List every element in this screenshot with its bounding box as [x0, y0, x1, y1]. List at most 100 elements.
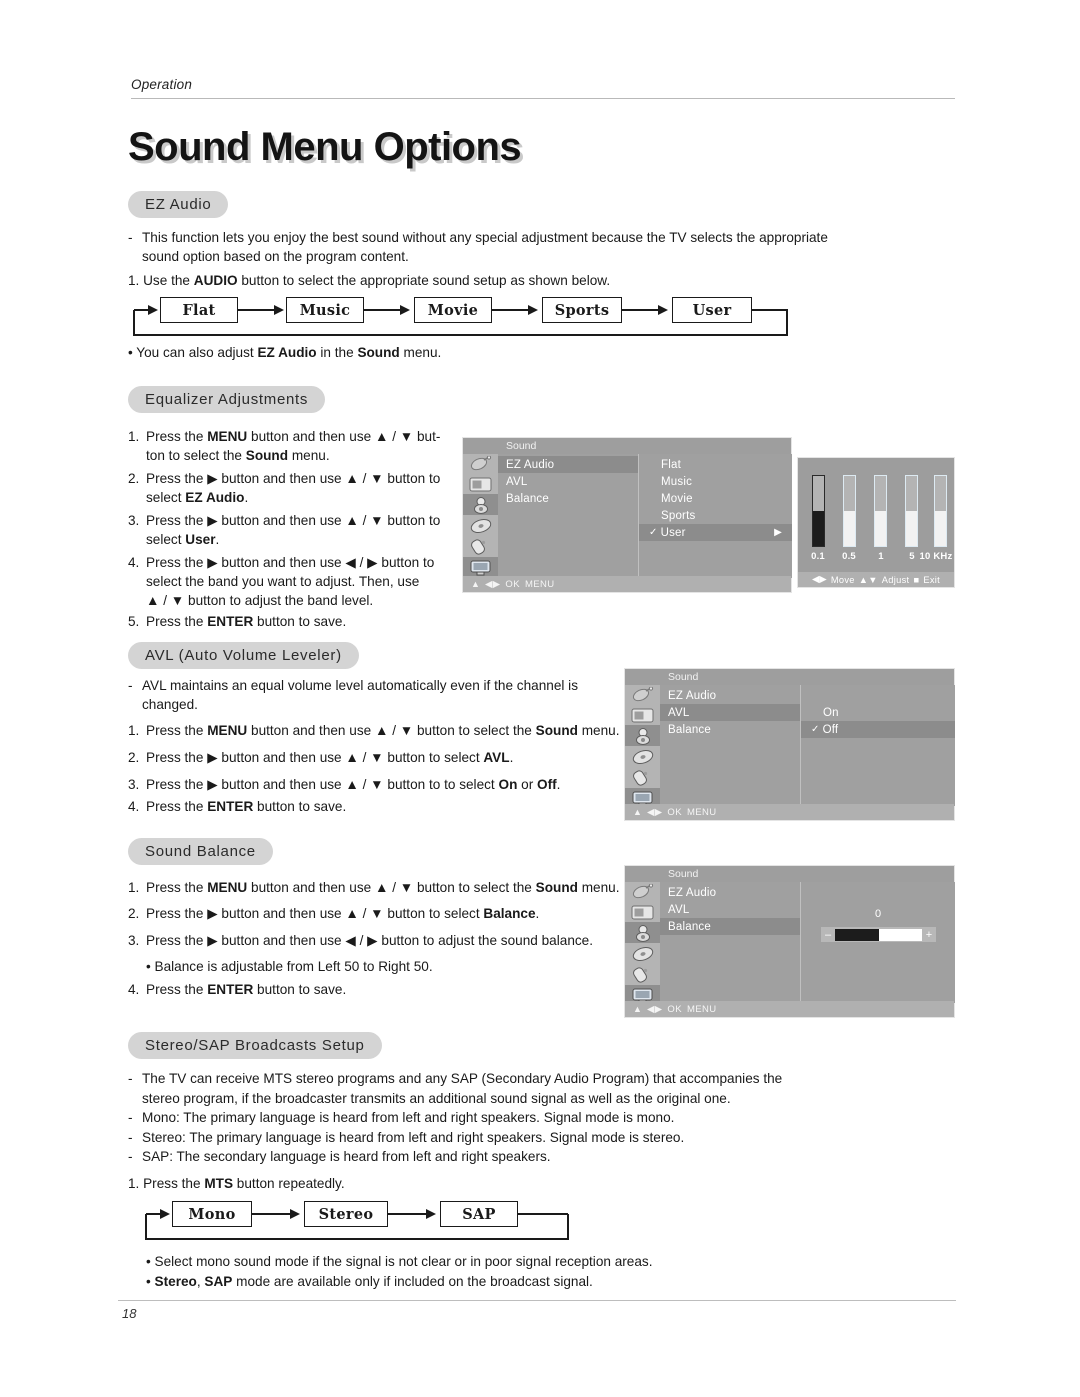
osd-option-on[interactable]: On [801, 704, 955, 721]
osd-footer-hints: ▲ ◀▶ OK MENU [463, 576, 791, 592]
flow-box-music[interactable]: Music [286, 297, 364, 323]
flow-box-sports[interactable]: Sports [542, 297, 622, 323]
speaker-sound-icon[interactable] [625, 922, 660, 943]
eq-bar-0[interactable] [812, 475, 825, 547]
osd-option-flat[interactable]: Flat [639, 456, 792, 473]
balance-slider[interactable]: – + [821, 927, 936, 942]
osd-menu-item-avl[interactable]: AVL [660, 901, 800, 918]
disc-time-icon[interactable] [463, 515, 498, 536]
menu-button-name: MENU [207, 429, 248, 444]
osd-left-column[interactable]: EZ Audio AVL Balance [498, 454, 638, 578]
osd-footer-hints: ▲ ◀▶ OK MENU [625, 1001, 954, 1017]
stereo-sap-flow-diagram: Mono Stereo SAP [140, 1200, 570, 1244]
menu-key-label: MENU [686, 806, 717, 818]
balance-track[interactable] [835, 928, 922, 941]
osd-option-off[interactable]: ✓ Off [801, 721, 955, 738]
stereo-sap-step1: 1. Press the MTS button repeatedly. [128, 1176, 345, 1191]
updown-icon: ▲▼ [858, 574, 878, 585]
disc-time-icon[interactable] [625, 746, 660, 767]
osd-menu-item-avl[interactable]: AVL [498, 473, 638, 490]
osd-balance[interactable]: Sound EZ Audio AVL Balance 0 – + ▲ ◀▶ OK… [624, 865, 955, 1018]
section-heading-label: EZ Audio [145, 196, 212, 213]
osd-title: Sound [668, 868, 699, 880]
eq-bar-2[interactable] [874, 475, 887, 547]
balance-note: • Balance is adjustable from Left 50 to … [146, 959, 433, 974]
menu-key-label: MENU [524, 578, 555, 590]
balance-plus-icon[interactable]: + [922, 929, 936, 941]
flow-arrow-2 [426, 1208, 436, 1219]
flow-connector-5 [752, 309, 788, 311]
speaker-sound-icon[interactable] [463, 494, 498, 515]
flow-loop-bottom [145, 1238, 569, 1240]
osd-left-column[interactable]: EZ Audio AVL Balance [660, 685, 800, 806]
remote-control-icon[interactable] [625, 767, 660, 788]
speaker-sound-icon[interactable] [625, 725, 660, 746]
osd-option-sports[interactable]: Sports [639, 507, 792, 524]
updown-icon: ▲ [633, 807, 643, 817]
footer-divider [118, 1300, 956, 1301]
osd-option-user[interactable]: ✓ User ▶ [639, 524, 792, 541]
osd-menu-item-ez-audio[interactable]: EZ Audio [660, 884, 800, 901]
equalizer-panel[interactable]: 0.1 0.5 1 5 10 KHz ◀▶ Move ▲▼ Adjust ■ E… [797, 457, 955, 588]
monitor-setup-icon[interactable] [463, 557, 498, 578]
osd-menu-item-ez-audio[interactable]: EZ Audio [660, 687, 800, 704]
tv-picture-icon[interactable] [625, 705, 660, 725]
disc-time-icon[interactable] [625, 943, 660, 964]
osd-menu-item-ez-audio[interactable]: EZ Audio [498, 456, 638, 473]
flow-box-sap[interactable]: SAP [440, 1201, 518, 1227]
eq-bar-4[interactable] [934, 475, 947, 547]
balance-control[interactable]: 0 – + [801, 908, 955, 948]
eq-bar-1[interactable] [843, 475, 856, 547]
osd-right-column[interactable]: Flat Music Movie Sports ✓ User ▶ [639, 454, 792, 578]
osd-sidebar[interactable] [625, 882, 660, 1006]
osd-menu-item-balance[interactable]: Balance [660, 721, 800, 738]
flow-entry-arrow [148, 304, 158, 315]
satellite-dish-icon[interactable] [625, 882, 660, 902]
remote-control-icon[interactable] [463, 536, 498, 557]
osd-menu-item-balance[interactable]: Balance [498, 490, 638, 507]
eq-label-4: 10 KHz [919, 551, 953, 562]
osd-right-column[interactable]: On ✓ Off [801, 685, 955, 806]
flow-box-mono[interactable]: Mono [172, 1201, 252, 1227]
osd-sidebar[interactable] [463, 454, 498, 578]
osd-menu-item-balance[interactable]: Balance [660, 918, 800, 935]
eq-bar-3[interactable] [905, 475, 918, 547]
flow-connector-1 [252, 1213, 292, 1215]
balance-minus-icon[interactable]: – [821, 929, 835, 941]
osd-option-music[interactable]: Music [639, 473, 792, 490]
remote-control-icon[interactable] [625, 964, 660, 985]
flow-box-stereo[interactable]: Stereo [304, 1201, 388, 1227]
adjust-label: Adjust [881, 574, 910, 585]
flow-box-movie[interactable]: Movie [414, 297, 492, 323]
satellite-dish-icon[interactable] [625, 685, 660, 705]
eq-label-1: 0.5 [842, 551, 856, 562]
flow-box-flat[interactable]: Flat [160, 297, 238, 323]
manual-page: Operation Sound Menu Options EZ Audio -T… [0, 0, 1080, 1397]
section-heading-ez-audio: EZ Audio [128, 191, 229, 218]
balance-fill [835, 928, 879, 941]
osd-avl[interactable]: Sound EZ Audio AVL Balance On ✓ Off ▲ ◀▶… [624, 668, 955, 821]
flow-connector-3 [492, 309, 530, 311]
equalizer-step-4: 4. Press the ▶ button and then use ◀ / ▶ … [128, 555, 435, 608]
osd-title: Sound [506, 440, 537, 452]
osd-ez-audio[interactable]: Sound EZ Audio AVL Balance Flat Music Mo… [462, 437, 792, 593]
tv-picture-icon[interactable] [625, 902, 660, 922]
avl-step-3: 3. Press the ▶ button and then use ▲ / ▼ … [128, 777, 561, 792]
section-heading-label: Equalizer Adjustments [145, 391, 309, 408]
osd-menu-item-avl[interactable]: AVL [660, 704, 800, 721]
section-heading-label: AVL (Auto Volume Leveler) [145, 647, 342, 664]
osd-sidebar[interactable] [625, 685, 660, 809]
satellite-dish-icon[interactable] [463, 454, 498, 474]
flow-connector-2 [388, 1213, 428, 1215]
dash-marker: - [128, 678, 133, 693]
tv-picture-icon[interactable] [463, 474, 498, 494]
ez-audio-desc-line2: sound option based on the program conten… [142, 249, 409, 264]
osd-option-movie[interactable]: Movie [639, 490, 792, 507]
flow-box-user[interactable]: User [672, 297, 752, 323]
osd-left-column[interactable]: EZ Audio AVL Balance [660, 882, 800, 1003]
flow-connector-2 [364, 309, 402, 311]
section-heading-avl: AVL (Auto Volume Leveler) [128, 642, 359, 669]
osd-right-column[interactable]: 0 – + [801, 882, 955, 1003]
updown-icon: ▲ [471, 579, 481, 589]
audio-button-name: AUDIO [193, 273, 238, 288]
